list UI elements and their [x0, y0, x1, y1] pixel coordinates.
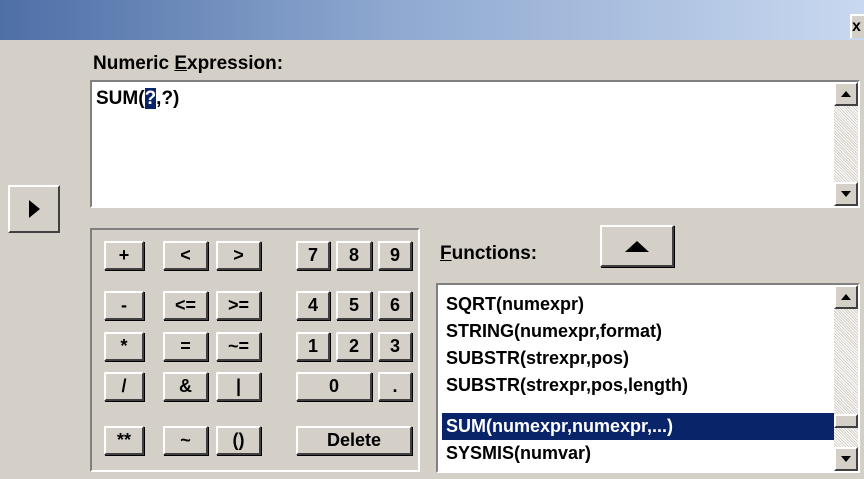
scroll-up-icon	[841, 91, 851, 97]
key-7[interactable]: 7	[296, 241, 330, 270]
function-list-item[interactable]: SQRT(numexpr)	[442, 291, 834, 318]
key-minus[interactable]: -	[104, 291, 144, 320]
key-divide[interactable]: /	[104, 372, 144, 401]
title-bar: x	[0, 0, 864, 40]
right-arrow-icon	[28, 200, 40, 218]
functions-scroll-thumb[interactable]	[834, 414, 858, 428]
scroll-down-icon	[841, 456, 851, 462]
delete-button[interactable]: Delete	[296, 426, 412, 455]
key-equals[interactable]: =	[163, 332, 208, 361]
function-list-item[interactable]: SUBSTR(strexpr,pos)	[442, 345, 834, 372]
key-parentheses[interactable]: ()	[216, 426, 261, 455]
key-1[interactable]: 1	[296, 332, 330, 361]
key-greater-or-equal[interactable]: >=	[216, 291, 261, 320]
key-5[interactable]: 5	[336, 291, 372, 320]
functions-scroll-down-button[interactable]	[834, 447, 858, 471]
functions-label: Functions:	[440, 243, 538, 264]
close-icon: x	[852, 18, 861, 35]
key-plus[interactable]: +	[104, 241, 144, 270]
key-0[interactable]: 0	[296, 372, 372, 401]
key-not-equal[interactable]: ~=	[216, 332, 261, 361]
key-6[interactable]: 6	[378, 291, 412, 320]
key-9[interactable]: 9	[378, 241, 412, 270]
key-or[interactable]: |	[216, 372, 261, 401]
key-greater-than[interactable]: >	[216, 241, 261, 270]
expression-scrollbar[interactable]	[834, 82, 858, 206]
numeric-expression-field[interactable]: SUM(?,?)	[90, 80, 860, 208]
expression-text: SUM(?,?)	[96, 88, 180, 109]
functions-scrollbar[interactable]	[834, 285, 858, 471]
functions-list[interactable]: SQRT(numexpr) STRING(numexpr,format) SUB…	[436, 283, 860, 473]
key-3[interactable]: 3	[378, 332, 412, 361]
key-multiply[interactable]: *	[104, 332, 144, 361]
function-list-item[interactable]: SUBSTR(strexpr,pos,length)	[442, 372, 834, 399]
key-and[interactable]: &	[163, 372, 208, 401]
key-not[interactable]: ~	[163, 426, 208, 455]
scroll-down-button[interactable]	[834, 182, 858, 206]
function-list-item[interactable]: STRING(numexpr,format)	[442, 318, 834, 345]
transfer-button[interactable]	[8, 185, 60, 233]
scroll-up-icon	[841, 294, 851, 300]
selected-placeholder: ?	[144, 88, 157, 109]
function-list-item-selected[interactable]: SUM(numexpr,numexpr,...)	[442, 413, 834, 440]
key-decimal[interactable]: .	[378, 372, 412, 401]
key-power[interactable]: **	[104, 426, 144, 455]
key-less-than[interactable]: <	[163, 241, 208, 270]
key-2[interactable]: 2	[336, 332, 372, 361]
insert-function-button[interactable]	[600, 225, 674, 267]
close-button[interactable]: x	[850, 14, 864, 38]
up-arrow-icon	[625, 240, 649, 252]
key-8[interactable]: 8	[336, 241, 372, 270]
numeric-expression-label: Numeric Expression:	[93, 53, 284, 74]
scroll-down-icon	[841, 191, 851, 197]
key-less-or-equal[interactable]: <=	[163, 291, 208, 320]
scroll-up-button[interactable]	[834, 82, 858, 106]
key-4[interactable]: 4	[296, 291, 330, 320]
calculator-keypad: + < > 7 8 9 - <= >= 4 5 6 * = ~= 1 2 3 /…	[90, 228, 420, 472]
function-list-item[interactable]: SYSMIS(numvar)	[442, 440, 834, 467]
functions-scroll-up-button[interactable]	[834, 285, 858, 309]
